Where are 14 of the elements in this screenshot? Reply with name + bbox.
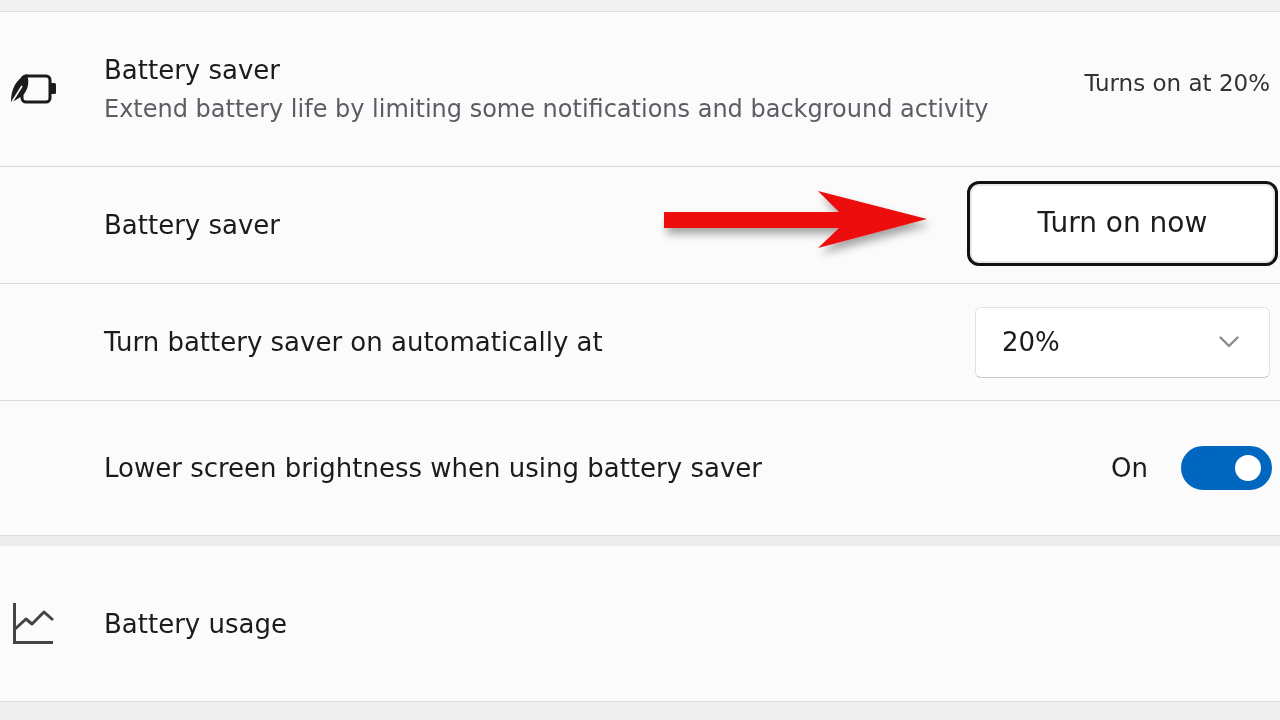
turn-on-button[interactable]: Turn on now — [967, 180, 1278, 266]
line-chart-icon — [13, 603, 54, 644]
toggle-state-label: On — [1111, 451, 1148, 485]
chevron-down-icon — [1219, 336, 1239, 348]
toggle-switch[interactable] — [1181, 446, 1272, 490]
setting-label: Turn battery saver on automatically at — [104, 325, 604, 359]
battery-leaf-icon — [10, 73, 57, 105]
percentage-dropdown[interactable]: 20% — [975, 306, 1270, 378]
setting-description: Extend battery life by limiting some notifications and background activity — [104, 94, 990, 125]
status-text: Turns on at 20% — [1084, 68, 1270, 98]
setting-title: Battery usage — [104, 607, 287, 641]
setting-title: Battery saver — [104, 54, 282, 87]
setting-label: Battery saver — [104, 208, 282, 242]
setting-label: Lower screen brightness when using battery saver — [104, 451, 763, 485]
